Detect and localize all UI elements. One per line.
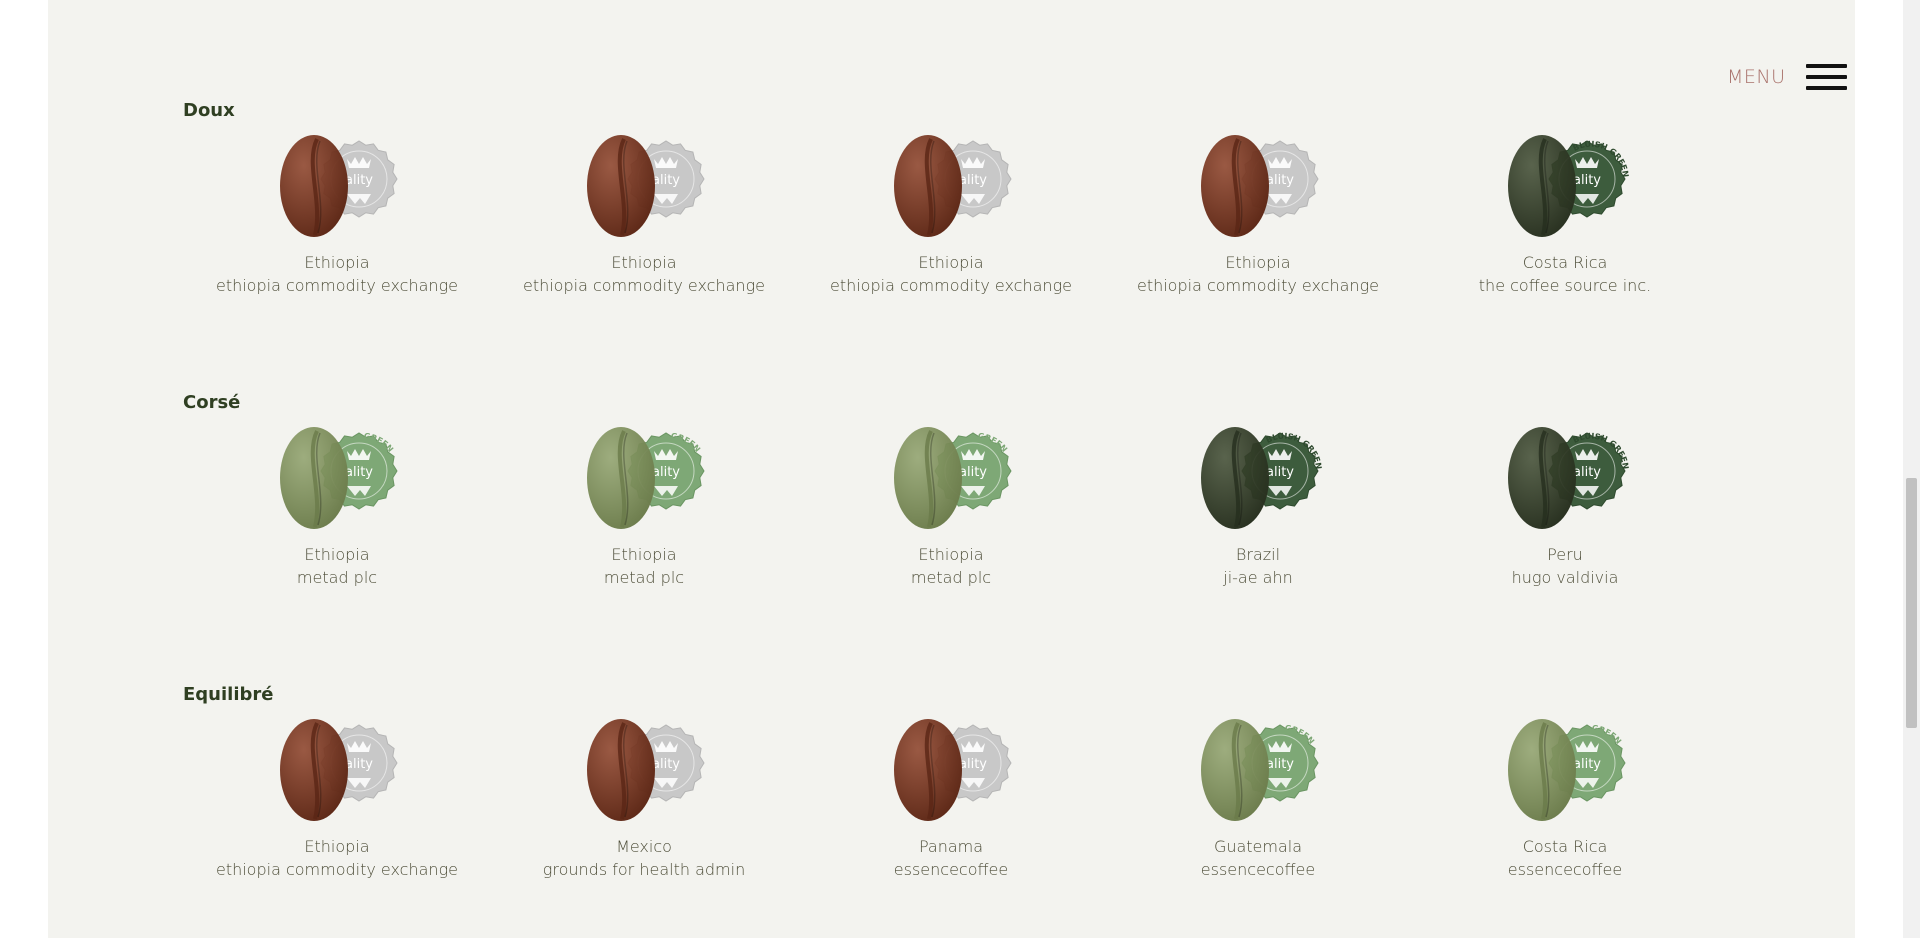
coffee-card[interactable]: ality BLUISH GREEN Costa Rica the coffee … xyxy=(1415,133,1715,297)
coffee-visual[interactable]: ality xyxy=(891,133,1012,243)
coffee-vendor: ethiopia commodity exchange xyxy=(215,276,459,295)
coffee-card[interactable]: ality Mexico grounds for health admin xyxy=(494,717,794,881)
coffee-card[interactable]: ality Ethiopia ethiopia commodity exchang… xyxy=(1108,133,1408,297)
coffee-origin: Mexico xyxy=(616,837,672,856)
coffee-vendor: ethiopia commodity exchange xyxy=(829,276,1073,295)
coffee-vendor: the coffee source inc. xyxy=(1478,276,1652,295)
coffee-origin: Brazil xyxy=(1235,545,1281,564)
hamburger-icon[interactable] xyxy=(1805,64,1847,90)
section-title: Doux xyxy=(183,100,235,121)
coffee-visual[interactable]: ality xyxy=(277,133,398,243)
coffee-visual[interactable]: ality BLUISH GREEN xyxy=(1505,425,1629,535)
coffee-origin: Ethiopia xyxy=(304,545,370,564)
coffee-bean-icon xyxy=(1201,427,1269,529)
coffee-card[interactable]: ality BLUISH GREEN Brazil ji-ae ahn xyxy=(1108,425,1408,589)
coffee-vendor: metad plc xyxy=(603,568,685,587)
menu-toggle[interactable]: MENU xyxy=(1727,62,1847,92)
coffee-vendor: hugo valdivia xyxy=(1511,568,1619,587)
coffee-bean-icon xyxy=(894,427,962,529)
coffee-vendor: ethiopia commodity exchange xyxy=(215,860,459,879)
section-doux: Doux ality Ethiopia ethiopia commodity ex… xyxy=(183,99,1723,295)
coffee-card[interactable]: ality GREEN Costa Rica essencecoffee xyxy=(1415,717,1715,881)
coffee-origin: Ethiopia xyxy=(918,253,984,272)
coffee-visual[interactable]: ality GREEN xyxy=(277,425,398,535)
section-equilibré: Equilibré ality Ethiopia ethiopia commodi… xyxy=(183,683,1723,879)
coffee-vendor: essencecoffee xyxy=(893,860,1009,879)
coffee-bean-icon xyxy=(1201,719,1269,821)
coffee-card[interactable]: ality Ethiopia ethiopia commodity exchang… xyxy=(187,717,487,881)
coffee-vendor: ethiopia commodity exchange xyxy=(1136,276,1380,295)
coffee-card[interactable]: ality GREEN Ethiopia metad plc xyxy=(494,425,794,589)
coffee-origin: Guatemala xyxy=(1213,837,1303,856)
coffee-origin: Costa Rica xyxy=(1522,837,1608,856)
coffee-origin: Panama xyxy=(918,837,984,856)
coffee-card[interactable]: ality GREEN Guatemala essencecoffee xyxy=(1108,717,1408,881)
coffee-vendor: essencecoffee xyxy=(1200,860,1316,879)
coffee-bean-icon xyxy=(1508,719,1576,821)
coffee-bean-icon xyxy=(1508,135,1576,237)
coffee-origin: Ethiopia xyxy=(611,545,677,564)
section-title: Equilibré xyxy=(183,684,274,705)
coffee-bean-icon xyxy=(894,719,962,821)
coffee-visual[interactable]: ality xyxy=(891,717,1012,827)
coffee-visual[interactable]: ality xyxy=(277,717,398,827)
coffee-origin: Costa Rica xyxy=(1522,253,1608,272)
coffee-card[interactable]: ality BLUISH GREEN Peru hugo valdivia xyxy=(1415,425,1715,589)
menu-label: MENU xyxy=(1727,66,1786,88)
coffee-vendor: metad plc xyxy=(296,568,378,587)
product-row: ality Ethiopia ethiopia commodity exchang… xyxy=(183,717,1723,897)
coffee-card[interactable]: ality GREEN Ethiopia metad plc xyxy=(801,425,1101,589)
coffee-visual[interactable]: ality xyxy=(584,717,705,827)
coffee-vendor: metad plc xyxy=(910,568,992,587)
coffee-bean-icon xyxy=(1508,427,1576,529)
coffee-visual[interactable]: ality GREEN xyxy=(1198,717,1319,827)
product-row: ality Ethiopia ethiopia commodity exchang… xyxy=(183,133,1723,313)
coffee-origin: Ethiopia xyxy=(304,253,370,272)
scrollbar-track[interactable] xyxy=(1903,0,1920,938)
coffee-visual[interactable]: ality GREEN xyxy=(891,425,1012,535)
coffee-origin: Ethiopia xyxy=(304,837,370,856)
scrollbar-thumb[interactable] xyxy=(1906,478,1917,728)
coffee-bean-icon xyxy=(1201,135,1269,237)
coffee-card[interactable]: ality Ethiopia ethiopia commodity exchang… xyxy=(187,133,487,297)
coffee-vendor: essencecoffee xyxy=(1507,860,1623,879)
coffee-bean-icon xyxy=(587,427,655,529)
coffee-card[interactable]: ality Panama essencecoffee xyxy=(801,717,1101,881)
coffee-origin: Ethiopia xyxy=(611,253,677,272)
coffee-card[interactable]: ality Ethiopia ethiopia commodity exchang… xyxy=(494,133,794,297)
coffee-visual[interactable]: ality BLUISH GREEN xyxy=(1198,425,1322,535)
coffee-origin: Ethiopia xyxy=(1225,253,1291,272)
coffee-vendor: grounds for health admin xyxy=(542,860,746,879)
section-corsé: Corsé ality GREEN Ethiopia metad plc alit… xyxy=(183,391,1723,587)
coffee-visual[interactable]: ality xyxy=(1198,133,1319,243)
section-title: Corsé xyxy=(183,392,241,413)
coffee-visual[interactable]: ality xyxy=(584,133,705,243)
coffee-bean-icon xyxy=(280,427,348,529)
coffee-bean-icon xyxy=(280,135,348,237)
product-row: ality GREEN Ethiopia metad plc ality GREE… xyxy=(183,425,1723,605)
coffee-bean-icon xyxy=(587,135,655,237)
coffee-origin: Ethiopia xyxy=(918,545,984,564)
coffee-visual[interactable]: ality GREEN xyxy=(584,425,705,535)
coffee-card[interactable]: ality GREEN Ethiopia metad plc xyxy=(187,425,487,589)
coffee-vendor: ethiopia commodity exchange xyxy=(522,276,766,295)
coffee-card[interactable]: ality Ethiopia ethiopia commodity exchang… xyxy=(801,133,1101,297)
coffee-bean-icon xyxy=(587,719,655,821)
coffee-vendor: ji-ae ahn xyxy=(1223,568,1293,587)
coffee-visual[interactable]: ality GREEN xyxy=(1505,717,1626,827)
coffee-origin: Peru xyxy=(1547,545,1583,564)
coffee-visual[interactable]: ality BLUISH GREEN xyxy=(1505,133,1629,243)
coffee-bean-icon xyxy=(894,135,962,237)
coffee-bean-icon xyxy=(280,719,348,821)
